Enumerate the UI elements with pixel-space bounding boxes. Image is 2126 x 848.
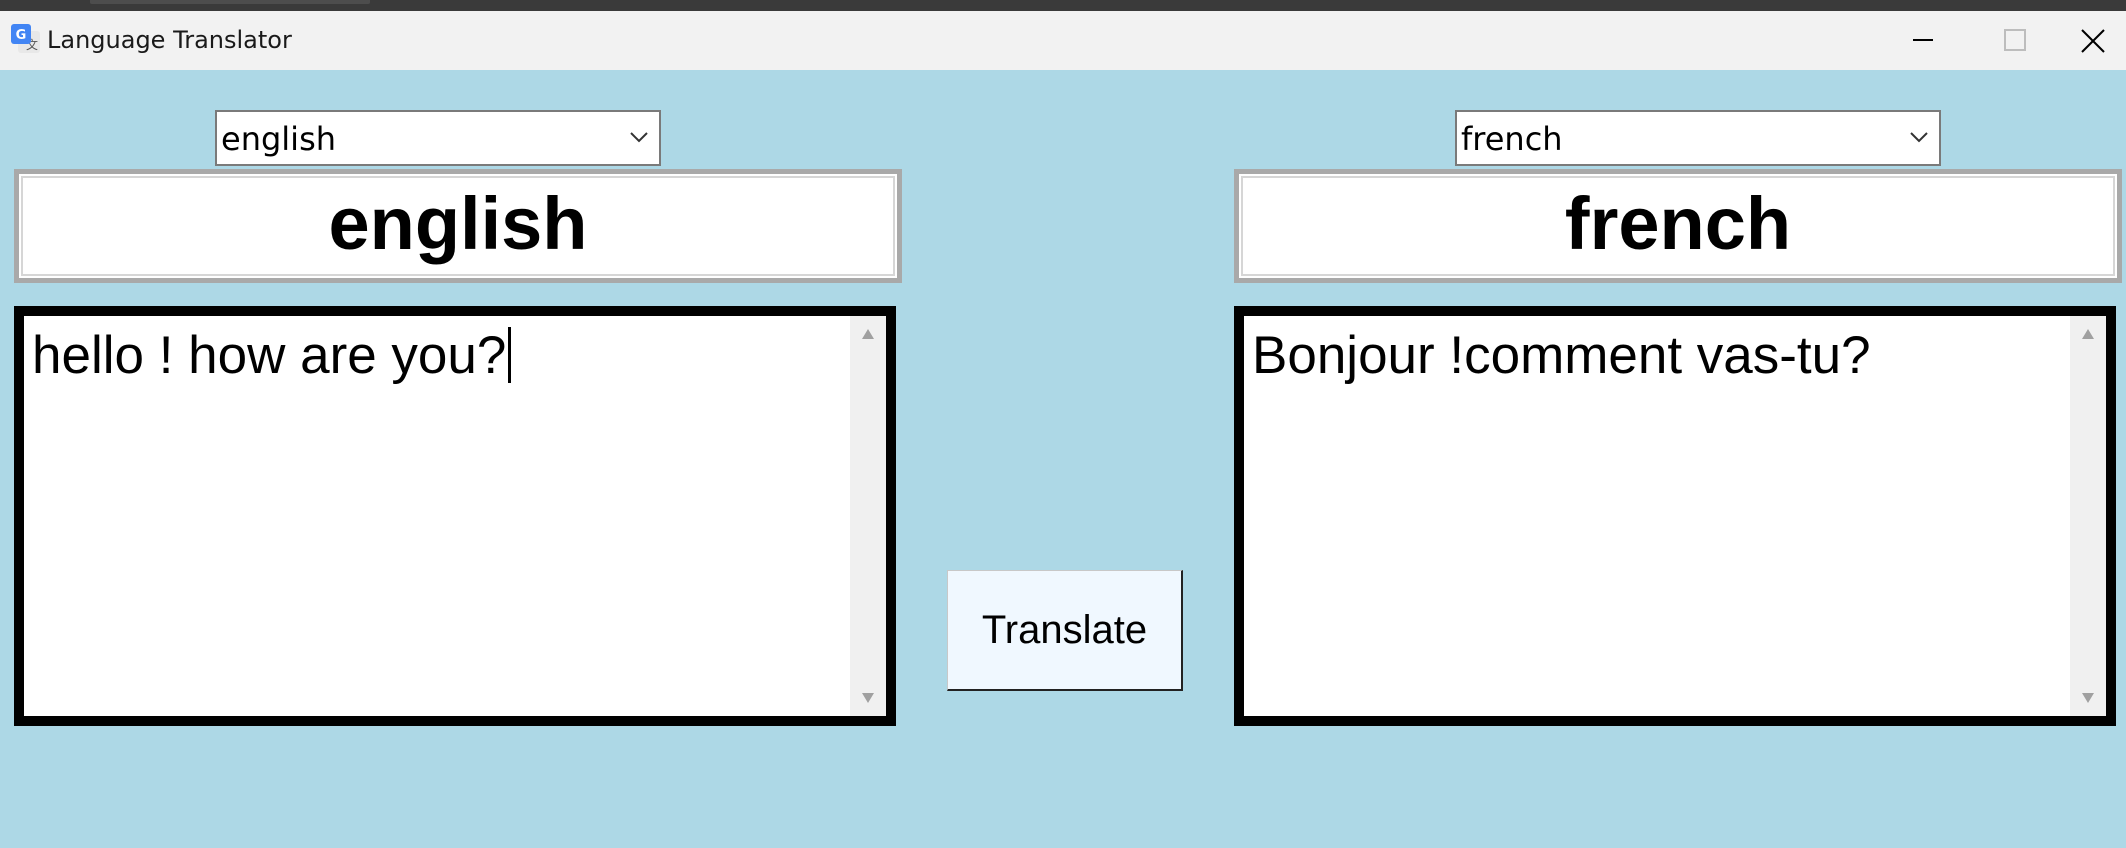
scroll-down-arrow-icon[interactable] xyxy=(2081,692,2095,704)
title-bar: 文 G Language Translator xyxy=(0,11,2126,70)
target-text-output[interactable]: Bonjour !comment vas-tu? xyxy=(1234,306,2116,726)
chevron-down-icon xyxy=(1910,132,1928,143)
scroll-up-arrow-icon[interactable] xyxy=(2081,328,2095,340)
minimize-icon xyxy=(1913,39,1933,41)
translate-button[interactable]: Translate xyxy=(947,570,1183,691)
close-icon xyxy=(2081,29,2105,53)
window-title: Language Translator xyxy=(47,26,292,54)
maximize-button[interactable] xyxy=(1970,11,2062,70)
source-scrollbar[interactable] xyxy=(850,316,886,716)
target-language-select[interactable]: french xyxy=(1455,110,1941,166)
target-language-label: french xyxy=(1234,169,2122,283)
close-button[interactable] xyxy=(2062,11,2126,70)
source-text: hello ! how are you? xyxy=(32,326,507,385)
maximize-icon xyxy=(2004,29,2026,51)
text-caret xyxy=(508,327,512,383)
chevron-down-icon xyxy=(630,132,648,143)
target-text: Bonjour !comment vas-tu? xyxy=(1252,326,1871,385)
parent-window-edge xyxy=(0,0,2126,11)
source-language-label: english xyxy=(14,169,902,283)
svg-text:G: G xyxy=(16,28,27,43)
minimize-button[interactable] xyxy=(1878,11,1970,70)
target-language-value: french xyxy=(1461,120,1563,158)
scroll-down-arrow-icon[interactable] xyxy=(861,692,875,704)
source-text-input[interactable]: hello ! how are you? xyxy=(14,306,896,726)
google-translate-icon: 文 G xyxy=(10,23,42,55)
source-language-value: english xyxy=(221,120,337,158)
target-scrollbar[interactable] xyxy=(2070,316,2106,716)
scroll-up-arrow-icon[interactable] xyxy=(861,328,875,340)
source-language-select[interactable]: english xyxy=(215,110,661,166)
